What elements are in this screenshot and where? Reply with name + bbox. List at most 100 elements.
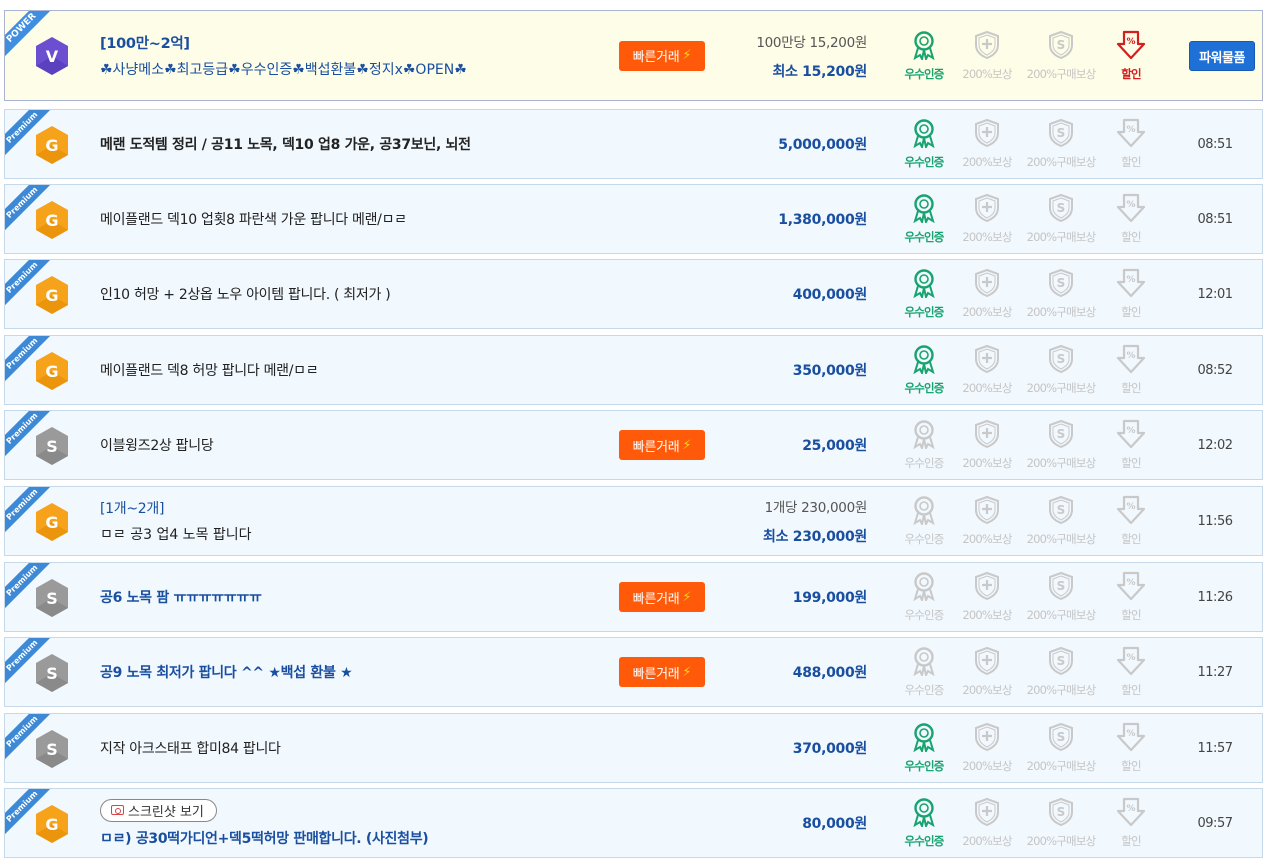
buy-label: 200%구매보상: [1026, 66, 1097, 81]
purchase-protection-icon: S: [1048, 646, 1074, 680]
gold-badge-icon: G: [34, 804, 70, 844]
price-value: 1,380,000원: [778, 212, 867, 228]
silver-badge-icon: S: [34, 426, 70, 466]
listing-row[interactable]: Premium G [1개~2개] ㅁㄹ 공3 업4 노목 팝니다 1개당 230,00…: [4, 486, 1263, 556]
fast-trade-button[interactable]: 빠른거래 ⚡: [619, 40, 705, 71]
screenshot-button[interactable]: 스크린샷 보기: [100, 798, 217, 822]
listing-row[interactable]: Premium G 메이플랜드 덱8 허망 팝니다 메랜/ㅁㄹ 350,000원 우수인…: [4, 335, 1263, 405]
svg-text:S: S: [1057, 654, 1066, 668]
fast-trade-button[interactable]: 빠른거래 ⚡: [619, 430, 705, 460]
discount-arrow-icon: %: [1115, 118, 1147, 152]
listing-title-link[interactable]: ㅁㄹ) 공30떡가디언+덱5떡허망 판매합니다. (사진첨부): [100, 828, 620, 848]
discount-arrow-icon: %: [1115, 797, 1147, 831]
listing-title-link[interactable]: 공6 노목 팜 ㅠㅠㅠㅠㅠㅠㅠ: [100, 587, 620, 607]
buy-indicator: S 200%구매보상: [1022, 260, 1100, 328]
buy-indicator: S 200%구매보상: [1022, 487, 1100, 555]
listing-subtitle-link[interactable]: ㅁㄹ 공3 업4 노목 팝니다: [100, 524, 620, 544]
listing-title-link[interactable]: 인10 허망 + 2상옵 노우 아이템 팝니다. ( 최저가 ): [100, 284, 620, 304]
listing-title-link[interactable]: 메이플랜드 덱10 업횟8 파란색 가운 팝니다 메랜/ㅁㄹ: [100, 209, 620, 229]
listing-row[interactable]: Premium S 지작 아크스태프 합미84 팝니다 370,000원 우수인증 200…: [4, 713, 1263, 783]
fast-trade-button[interactable]: 빠른거래 ⚡: [619, 657, 705, 687]
fast-trade-label: 빠른거래: [632, 50, 680, 65]
listing-row[interactable]: Premium S 이블윙즈2상 팝니당 빠른거래 ⚡ 25,000원 우수인증 200%보상…: [4, 410, 1263, 480]
price-area: 1,380,000원: [778, 185, 867, 253]
buy-label: 200%구매보상: [1026, 532, 1097, 546]
purchase-protection-icon: S: [1048, 344, 1074, 378]
fast-trade-label: 빠른거래: [632, 591, 680, 607]
lightning-icon: ⚡: [682, 664, 692, 680]
listing-subtitle-link[interactable]: ☘사냥메소☘최고등급☘우수인증☘백섭환불☘정지x☘OPEN☘: [100, 59, 620, 79]
listing-row[interactable]: Premium G 메이플랜드 덱10 업횟8 파란색 가운 팝니다 메랜/ㅁㄹ 1,…: [4, 184, 1263, 254]
price-value: 25,000원: [802, 438, 867, 454]
listing-title-area: 공9 노목 최저가 팝니다 ^^ ★백섭 환불 ★: [100, 638, 620, 706]
svg-text:%: %: [1126, 729, 1135, 739]
cert-label: 우수인증: [904, 66, 944, 81]
listing-title-link[interactable]: [1개~2개]: [100, 498, 620, 518]
listing-title-link[interactable]: 이블윙즈2상 팝니당: [100, 435, 620, 455]
silver-badge-icon: S: [34, 729, 70, 769]
certified-badge-icon: [911, 646, 937, 680]
purchase-protection-icon: S: [1048, 722, 1074, 756]
buy-label: 200%구매보상: [1026, 305, 1097, 319]
listing-row[interactable]: POWER V [100만~2억] ☘사냥메소☘최고등급☘우수인증☘백섭환불☘정지x☘…: [4, 10, 1263, 101]
listing-title-link[interactable]: 메랜 도적템 정리 / 공11 노목, 덱10 업8 가운, 공37보닌, 뇌전: [100, 134, 620, 154]
price-value: 488,000원: [792, 665, 868, 681]
listing-title-link[interactable]: 공9 노목 최저가 팝니다 ^^ ★백섭 환불 ★: [100, 662, 620, 682]
silver-badge-icon: S: [34, 578, 70, 618]
listing-row[interactable]: Premium G 인10 허망 + 2상옵 노우 아이템 팝니다. ( 최저가 )…: [4, 259, 1263, 329]
comp-label: 200%보상: [962, 532, 1012, 546]
svg-text:%: %: [1126, 804, 1135, 814]
purchase-protection-icon: S: [1048, 118, 1074, 152]
comp-label: 200%보상: [962, 608, 1012, 622]
comp-label: 200%보상: [962, 230, 1012, 244]
power-item-button[interactable]: 파워물품: [1189, 41, 1255, 71]
svg-text:S: S: [46, 740, 58, 759]
listing-row[interactable]: Premium S 공6 노목 팜 ㅠㅠㅠㅠㅠㅠㅠ 빠른거래 ⚡ 199,000원 우수인증…: [4, 562, 1263, 632]
comp-label: 200%보상: [962, 759, 1012, 773]
fast-trade-label: 빠른거래: [632, 666, 680, 682]
listing-title-area: [1개~2개] ㅁㄹ 공3 업4 노목 팝니다: [100, 487, 620, 555]
compensation-shield-icon: [974, 344, 1000, 378]
disc-indicator: % 할인: [1092, 260, 1170, 328]
listing-row[interactable]: Premium S 공9 노목 최저가 팝니다 ^^ ★백섭 환불 ★ 빠른거래 ⚡ 48…: [4, 637, 1263, 707]
svg-text:S: S: [46, 664, 58, 683]
svg-text:S: S: [1057, 730, 1066, 744]
comp-indicator: 200%보상: [948, 638, 1026, 706]
listing-time: 12:02: [1197, 437, 1233, 453]
cert-label: 우수인증: [904, 230, 944, 244]
comp-label: 200%보상: [962, 305, 1012, 319]
price-value: 80,000원: [802, 816, 867, 832]
certified-badge-icon: [911, 495, 937, 529]
listing-time: 11:26: [1197, 589, 1233, 605]
buy-label: 200%구매보상: [1026, 608, 1097, 622]
listing-row[interactable]: Premium G 메랜 도적템 정리 / 공11 노목, 덱10 업8 가운, 공…: [4, 109, 1263, 179]
svg-text:S: S: [1057, 201, 1066, 215]
discount-arrow-icon: %: [1115, 193, 1147, 227]
cert-label: 우수인증: [904, 456, 944, 470]
svg-text:%: %: [1126, 653, 1135, 663]
comp-label: 200%보상: [962, 155, 1012, 169]
disc-label: 할인: [1121, 456, 1141, 470]
listing-row[interactable]: Premium G 스크린샷 보기 ㅁㄹ) 공30떡가디언+덱5떡허망 판매합니다. …: [4, 788, 1263, 858]
purchase-protection-icon: S: [1048, 571, 1074, 605]
price-value: 5,000,000원: [778, 137, 867, 153]
price-area: 400,000원: [793, 260, 868, 328]
discount-arrow-icon: %: [1115, 344, 1147, 378]
comp-indicator: 200%보상: [948, 487, 1026, 555]
disc-label: 할인: [1121, 834, 1141, 848]
purchase-protection-icon: S: [1048, 797, 1074, 831]
buy-indicator: S 200%구매보상: [1022, 411, 1100, 479]
screenshot-label: 스크린샷 보기: [128, 804, 204, 820]
gold-badge-icon: G: [34, 125, 70, 165]
listing-title-link[interactable]: 지작 아크스태프 합미84 팝니다: [100, 738, 620, 758]
price-area: 1개당 230,000원 최소 230,000원: [763, 487, 867, 555]
compensation-shield-icon: [974, 118, 1000, 152]
listing-title-area: 메이플랜드 덱10 업횟8 파란색 가운 팝니다 메랜/ㅁㄹ: [100, 185, 620, 253]
listing-title-link[interactable]: [100만~2억]: [100, 32, 620, 53]
lightning-icon: ⚡: [682, 437, 692, 453]
compensation-shield-icon: [974, 797, 1000, 831]
compensation-shield-icon: [974, 722, 1000, 756]
svg-text:%: %: [1126, 578, 1135, 588]
listing-title-link[interactable]: 메이플랜드 덱8 허망 팝니다 메랜/ㅁㄹ: [100, 360, 620, 380]
fast-trade-button[interactable]: 빠른거래 ⚡: [619, 582, 705, 612]
